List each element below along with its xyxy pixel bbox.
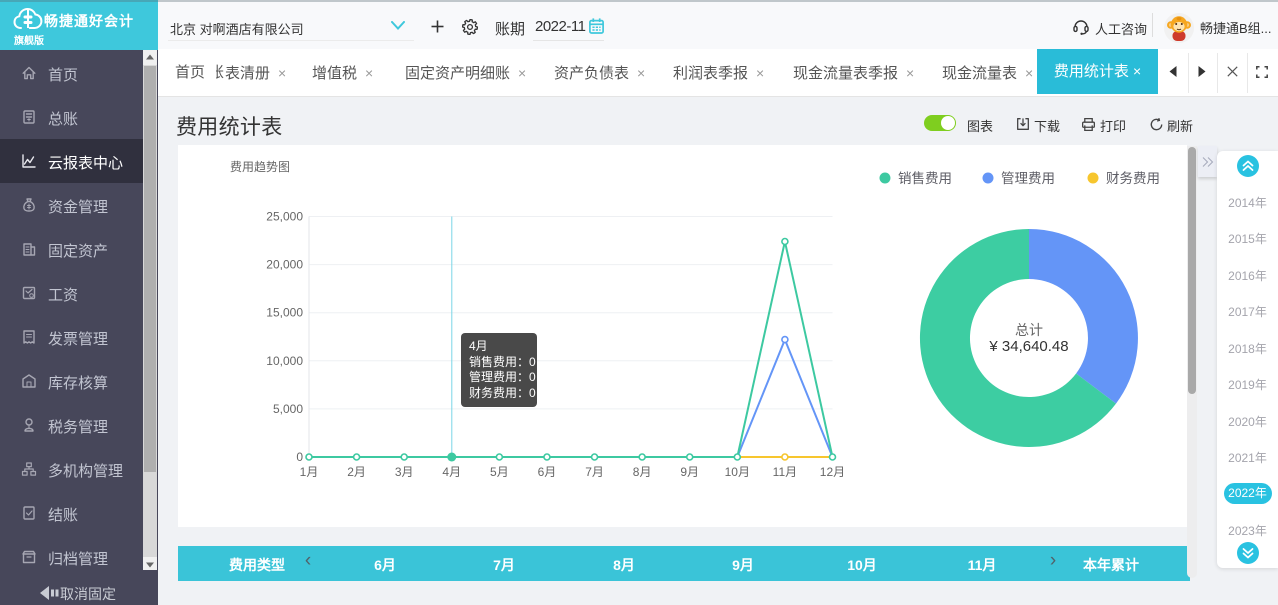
svg-text:总计: 总计 (1015, 322, 1043, 338)
svg-text:0: 0 (296, 450, 303, 464)
svg-text:4月: 4月 (442, 465, 461, 479)
svg-text:3月: 3月 (395, 465, 414, 479)
svg-text:8月: 8月 (633, 465, 652, 479)
svg-text:11月: 11月 (773, 465, 797, 479)
svg-text:2月: 2月 (347, 465, 366, 479)
svg-text:7月: 7月 (585, 465, 604, 479)
svg-text:15,000: 15,000 (266, 306, 303, 320)
svg-text:5,000: 5,000 (273, 402, 303, 416)
svg-text:5月: 5月 (490, 465, 509, 479)
svg-text:25,000: 25,000 (266, 210, 303, 224)
svg-text:1月: 1月 (300, 465, 319, 479)
svg-text:9月: 9月 (680, 465, 699, 479)
svg-text:费用趋势图: 费用趋势图 (230, 160, 290, 174)
svg-text:¥ 34,640.48: ¥ 34,640.48 (988, 338, 1068, 355)
svg-text:销售费用: 销售费用 (898, 171, 952, 186)
svg-text:10月: 10月 (725, 465, 750, 479)
svg-text:6月: 6月 (538, 465, 557, 479)
svg-text:管理费用: 管理费用 (1001, 171, 1055, 186)
svg-text:20,000: 20,000 (266, 258, 303, 272)
svg-text:财务费用: 财务费用 (1106, 171, 1160, 186)
svg-text:10,000: 10,000 (266, 354, 303, 368)
svg-text:12月: 12月 (820, 465, 845, 479)
